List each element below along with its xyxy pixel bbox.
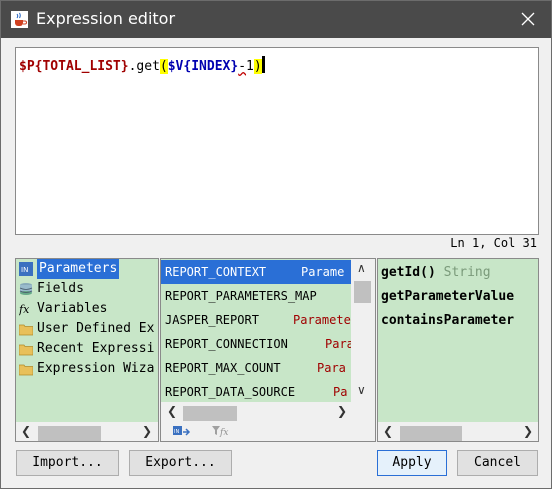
number-token: 1 bbox=[246, 59, 254, 74]
method-token: .get bbox=[128, 59, 160, 74]
category-label: Fields bbox=[37, 281, 84, 296]
svg-text:fx: fx bbox=[219, 428, 228, 438]
list-item[interactable]: JASPER_REPORT Paramete bbox=[161, 308, 351, 332]
items-list[interactable]: REPORT_CONTEXT Parame REPORT_PARAMETERS_… bbox=[161, 259, 351, 402]
parameters-icon: IN bbox=[19, 262, 33, 276]
scroll-down-icon[interactable]: ∨ bbox=[357, 383, 366, 397]
item-type: Pa bbox=[333, 385, 348, 399]
scrollbar-thumb[interactable] bbox=[38, 426, 101, 441]
scrollbar-thumb[interactable] bbox=[400, 426, 462, 441]
category-recent-expressions[interactable]: Recent Expressi bbox=[16, 339, 158, 359]
items-horizontal-scrollbar[interactable]: ❮ ❯ bbox=[161, 402, 351, 421]
var-token-close: } bbox=[230, 59, 239, 74]
var-token-name: INDEX bbox=[191, 59, 231, 74]
java-coffee-icon bbox=[11, 11, 28, 28]
param-token-name: TOTAL_LIST bbox=[42, 59, 121, 74]
category-label: Recent Expressi bbox=[37, 341, 155, 356]
list-item[interactable]: REPORT_PARAMETERS_MAP bbox=[161, 284, 351, 308]
category-label: Variables bbox=[37, 301, 108, 316]
category-expression-wizard[interactable]: Expression Wiza bbox=[16, 359, 158, 379]
list-item[interactable]: REPORT_CONNECTION Para bbox=[161, 332, 351, 356]
scroll-right-icon[interactable]: ❯ bbox=[523, 424, 533, 438]
item-name: REPORT_CONNECTION bbox=[165, 337, 288, 351]
scroll-right-icon[interactable]: ❯ bbox=[142, 424, 152, 438]
category-fields[interactable]: Fields bbox=[16, 279, 158, 299]
minus-token: - bbox=[238, 59, 247, 74]
fields-database-icon bbox=[19, 283, 33, 295]
categories-horizontal-scrollbar[interactable]: ❮ ❯ bbox=[16, 422, 158, 441]
svg-text:IN: IN bbox=[21, 266, 28, 274]
category-label: User Defined Ex bbox=[37, 321, 155, 336]
scroll-left-icon[interactable]: ❮ bbox=[167, 404, 177, 418]
items-vertical-scrollbar[interactable]: ∧ ∨ bbox=[351, 259, 375, 402]
text-caret bbox=[261, 56, 265, 73]
items-toolbar: IN fx bbox=[161, 421, 375, 441]
category-variables[interactable]: fx Variables bbox=[16, 299, 158, 319]
param-token-open: $P{ bbox=[19, 59, 43, 74]
svg-text:fx: fx bbox=[19, 303, 30, 316]
method-name: getId() bbox=[381, 265, 436, 280]
expression-text-area[interactable]: $P{TOTAL_LIST}.get($V{INDEX}-1) bbox=[15, 47, 539, 235]
function-fx-icon: fx bbox=[19, 303, 30, 316]
title-bar: Expression editor bbox=[1, 1, 551, 38]
category-user-defined[interactable]: User Defined Ex bbox=[16, 319, 158, 339]
items-panel: REPORT_CONTEXT Parame REPORT_PARAMETERS_… bbox=[160, 258, 376, 442]
paren-close-token: ) bbox=[253, 59, 262, 74]
item-type: Paramete bbox=[293, 313, 351, 327]
methods-horizontal-scrollbar[interactable]: ❮ ❯ bbox=[378, 422, 538, 441]
category-label: Expression Wiza bbox=[37, 361, 155, 376]
insert-parameter-icon[interactable]: IN bbox=[173, 423, 193, 439]
paren-open-token: ( bbox=[159, 59, 168, 74]
category-label: Parameters bbox=[37, 259, 120, 279]
expression-editor-window: Expression editor $P{TOTAL_LIST}.get($V{… bbox=[0, 0, 552, 489]
scrollbar-thumb[interactable] bbox=[354, 281, 371, 303]
item-name: REPORT_DATA_SOURCE bbox=[165, 385, 296, 399]
method-item[interactable]: getParameterValue bbox=[381, 285, 514, 309]
categories-panel: IN Parameters Fields fx Variables User D… bbox=[15, 258, 159, 442]
method-return-type: String bbox=[443, 265, 491, 280]
category-parameters[interactable]: IN Parameters bbox=[16, 259, 158, 279]
folder-icon bbox=[19, 324, 33, 336]
scroll-left-icon[interactable]: ❮ bbox=[21, 424, 31, 438]
scrollbar-thumb[interactable] bbox=[183, 406, 237, 421]
item-name: REPORT_MAX_COUNT bbox=[165, 361, 281, 375]
window-title: Expression editor bbox=[36, 9, 176, 28]
folder-icon bbox=[19, 364, 33, 376]
item-type: Para bbox=[317, 361, 346, 375]
list-item[interactable]: REPORT_MAX_COUNT Para bbox=[161, 356, 351, 380]
scroll-right-icon[interactable]: ❯ bbox=[337, 404, 347, 418]
scroll-left-icon[interactable]: ❮ bbox=[383, 424, 393, 438]
close-button[interactable] bbox=[505, 1, 551, 38]
methods-panel: getId() String getParameterValue contain… bbox=[377, 258, 539, 442]
scroll-up-icon[interactable]: ∧ bbox=[357, 261, 366, 275]
cursor-position: Ln 1, Col 31 bbox=[450, 236, 537, 250]
status-bar: Ln 1, Col 31 bbox=[1, 234, 552, 254]
param-token-close: } bbox=[120, 59, 129, 74]
item-name: JASPER_REPORT bbox=[165, 313, 259, 327]
item-name: REPORT_PARAMETERS_MAP bbox=[165, 289, 317, 303]
expression-line: $P{TOTAL_LIST}.get($V{INDEX}-1) bbox=[19, 56, 265, 76]
cancel-button[interactable]: Cancel bbox=[457, 450, 538, 476]
method-item[interactable]: getId() String bbox=[381, 261, 491, 285]
svg-text:IN: IN bbox=[174, 429, 179, 435]
apply-button[interactable]: Apply bbox=[377, 450, 447, 476]
item-name: REPORT_CONTEXT bbox=[165, 265, 267, 279]
method-name: containsParameter bbox=[381, 313, 515, 328]
filter-function-icon[interactable]: fx bbox=[211, 423, 231, 439]
import-button[interactable]: Import... bbox=[16, 450, 119, 476]
item-type: Para bbox=[325, 337, 351, 351]
close-icon bbox=[521, 12, 535, 26]
method-name: getParameterValue bbox=[381, 289, 515, 304]
folder-icon bbox=[19, 344, 33, 356]
var-token-open: $V{ bbox=[167, 59, 192, 74]
method-item[interactable]: containsParameter bbox=[381, 309, 514, 333]
item-type: Parame bbox=[301, 265, 345, 279]
list-item[interactable]: REPORT_DATA_SOURCE Pa bbox=[161, 380, 351, 402]
export-button[interactable]: Export... bbox=[129, 450, 232, 476]
list-item[interactable]: REPORT_CONTEXT Parame bbox=[161, 260, 351, 284]
